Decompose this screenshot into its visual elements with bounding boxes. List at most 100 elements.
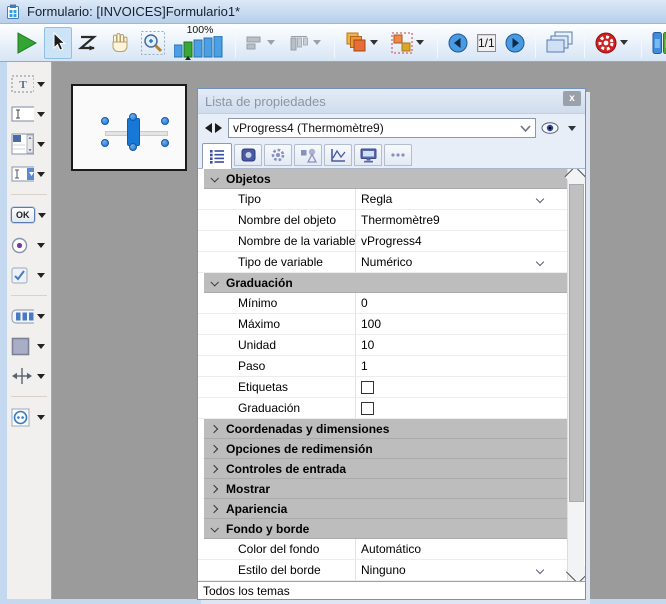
property-list-panel: Lista de propiedades x vProgress4 (Therm… (197, 88, 586, 600)
section-header-apariencia[interactable]: Apariencia (204, 499, 567, 519)
pan-tool-button[interactable] (104, 27, 136, 59)
button-grid-tool[interactable] (7, 304, 51, 328)
list-box-icon (11, 133, 34, 155)
rectangle-tool[interactable] (7, 334, 51, 358)
chevron-down-icon[interactable] (37, 344, 45, 349)
chevron-down-icon[interactable] (38, 213, 46, 218)
tab-objects[interactable] (234, 144, 262, 166)
static-text-icon: T (11, 75, 34, 93)
chevron-down-icon[interactable] (267, 40, 275, 45)
section-header-mostrar[interactable]: Mostrar (204, 479, 567, 499)
property-row-unidad[interactable]: Unidad 10 (198, 335, 567, 356)
property-row-tipo[interactable]: Tipo Regla (198, 189, 567, 210)
selection-handle[interactable] (129, 113, 137, 121)
chevron-down-icon[interactable] (37, 273, 45, 278)
combo-box-tool[interactable] (7, 162, 51, 186)
form-pages-button[interactable] (541, 27, 579, 59)
property-row-paso[interactable]: Paso 1 (198, 356, 567, 377)
scroll-down-icon[interactable] (568, 566, 585, 581)
layers-icon (345, 32, 367, 54)
form-properties-button[interactable] (590, 27, 636, 59)
object-selector-dropdown[interactable]: vProgress4 (Thermomètre9) (228, 118, 536, 138)
property-row-tipo-variable[interactable]: Tipo de variable Numérico (198, 252, 567, 273)
chevron-down-icon[interactable] (416, 40, 424, 45)
tab-display[interactable] (354, 144, 382, 166)
chevron-down-icon[interactable] (37, 243, 45, 248)
scroll-up-icon[interactable] (568, 169, 585, 184)
tab-shapes[interactable] (294, 144, 322, 166)
property-grid-scrollbar[interactable] (567, 169, 584, 581)
scrollbar-thumb[interactable] (569, 184, 584, 502)
zoom-tool-button[interactable] (136, 27, 170, 59)
button-tool[interactable]: OK (7, 203, 51, 227)
run-form-button[interactable] (8, 27, 44, 59)
property-row-nombre-objeto[interactable]: Nombre del objeto Thermomètre9 (198, 210, 567, 231)
chevron-down-icon[interactable] (568, 126, 576, 131)
chevron-down-icon[interactable] (37, 172, 45, 177)
chevron-down-icon[interactable] (37, 415, 45, 420)
eye-icon[interactable] (541, 122, 560, 134)
select-tool-button[interactable] (44, 27, 72, 59)
next-page-button[interactable] (500, 27, 530, 59)
static-text-tool[interactable]: T (7, 72, 51, 96)
selection-handle[interactable] (101, 117, 109, 125)
chevron-down-icon[interactable] (313, 40, 321, 45)
property-row-estilo-borde[interactable]: Estilo del borde Ninguno (198, 560, 567, 581)
section-header-controles[interactable]: Controles de entrada (204, 459, 567, 479)
input-field-tool[interactable] (7, 102, 51, 126)
plugin-area-tool[interactable] (7, 405, 51, 429)
property-row-graduacion[interactable]: Graduación (198, 398, 567, 419)
panel-footer[interactable]: Todos los temas (198, 581, 585, 599)
toolbar-separator (235, 28, 236, 58)
section-label: Apariencia (226, 502, 287, 516)
tab-all-properties[interactable] (202, 143, 232, 169)
section-header-graduacion[interactable]: Graduación (204, 273, 567, 293)
etiquetas-checkbox[interactable] (361, 381, 374, 394)
property-row-minimo[interactable]: Mínimo 0 (198, 293, 567, 314)
main-toolbar: 100% (0, 24, 666, 62)
section-header-fondo-borde[interactable]: Fondo y borde (204, 519, 567, 539)
chevron-down-icon[interactable] (37, 374, 45, 379)
graduacion-checkbox[interactable] (361, 402, 374, 415)
distribute-button[interactable] (283, 27, 329, 59)
duplicate-matrix-button[interactable] (386, 27, 432, 59)
property-row-color-fondo[interactable]: Color del fondo Automático (198, 539, 567, 560)
chevron-right-icon (210, 464, 218, 472)
selection-handle[interactable] (161, 139, 169, 147)
zoom-level-control[interactable]: 100% (174, 25, 226, 60)
chevron-down-icon[interactable] (370, 40, 378, 45)
form-canvas[interactable] (71, 84, 187, 171)
checkbox-tool[interactable] (7, 263, 51, 287)
previous-next-object-icons[interactable] (204, 123, 223, 133)
panel-title-bar[interactable]: Lista de propiedades x (198, 89, 585, 114)
selection-handle[interactable] (161, 117, 169, 125)
splitter-tool[interactable] (7, 364, 51, 388)
section-header-redimension[interactable]: Opciones de redimensión (204, 439, 567, 459)
property-row-nombre-variable[interactable]: Nombre de la variable vProgress4 (198, 231, 567, 252)
align-button[interactable] (241, 27, 283, 59)
close-icon[interactable]: x (563, 91, 581, 106)
layer-order-button[interactable] (340, 27, 386, 59)
entry-order-button[interactable] (72, 27, 104, 59)
property-row-etiquetas[interactable]: Etiquetas (198, 377, 567, 398)
chevron-down-icon[interactable] (37, 142, 45, 147)
tab-actions[interactable] (264, 144, 292, 166)
tab-chart[interactable] (324, 144, 352, 166)
section-header-coordenadas[interactable]: Coordenadas y dimensiones (204, 419, 567, 439)
section-header-objetos[interactable]: Objetos (204, 169, 567, 189)
book-icon (241, 148, 256, 162)
selection-handle[interactable] (101, 139, 109, 147)
library-button[interactable] (647, 27, 666, 59)
section-label: Mostrar (226, 482, 270, 496)
tab-more[interactable] (384, 144, 412, 166)
previous-page-button[interactable] (443, 27, 473, 59)
chevron-down-icon[interactable] (37, 82, 45, 87)
chevron-down-icon[interactable] (37, 112, 45, 117)
chevron-down-icon[interactable] (37, 314, 45, 319)
selection-handle[interactable] (129, 143, 137, 151)
slider-thumb[interactable] (127, 118, 140, 146)
radio-button-tool[interactable] (7, 233, 51, 257)
list-box-tool[interactable] (7, 132, 51, 156)
chevron-down-icon[interactable] (620, 40, 628, 45)
property-row-maximo[interactable]: Máximo 100 (198, 314, 567, 335)
